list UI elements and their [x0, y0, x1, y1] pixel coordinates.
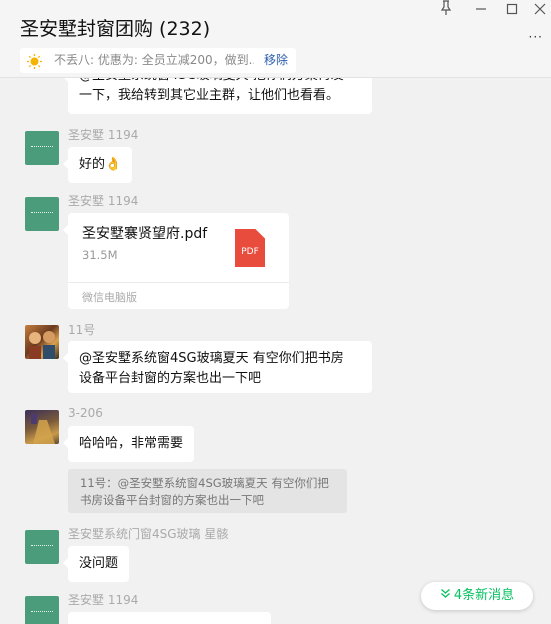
close-icon[interactable]: [533, 0, 547, 21]
maximize-icon[interactable]: [505, 0, 519, 21]
minimize-icon[interactable]: [474, 0, 488, 21]
sender-name: 圣安墅系统门窗4SG玻璃 星骸: [68, 527, 229, 541]
chat-title: 圣安墅封窗团购 (232): [20, 18, 211, 40]
message-bubble[interactable]: @圣安墅系统窗4SG玻璃夏天 把你们方案再发 一下，我给转到其它业主群，让他们也…: [63, 78, 372, 114]
avatar[interactable]: [25, 530, 59, 564]
message-text: 哈哈哈，非常需要: [79, 436, 184, 451]
divider: [68, 282, 289, 283]
new-messages-button[interactable]: 4条新消息: [421, 582, 533, 610]
avatar[interactable]: [25, 131, 59, 165]
message-bubble[interactable]: 好的👌: [62, 147, 133, 183]
notice-text: 不丢八: 优惠为: 全员立减200，做到...: [54, 53, 254, 67]
message-bubble[interactable]: @圣安墅系统窗4SG玻璃夏天 有空你们把书房 设备平台封窗的方案也出一下吧: [63, 341, 372, 393]
message-bubble[interactable]: 哈哈哈，非常需要: [62, 426, 195, 462]
chevron-down-icon: [440, 582, 451, 610]
avatar[interactable]: [25, 325, 59, 359]
pin-icon[interactable]: [439, 0, 453, 21]
file-type-label: PDF: [241, 247, 259, 257]
file-name: 圣安墅褰贤望府.pdf: [82, 226, 208, 242]
message-text: 没问题: [79, 556, 119, 571]
message-text-line: @圣安墅系统窗4SG玻璃夏天 有空你们把书房: [79, 351, 344, 366]
message-text-line: @圣安墅系统窗4SG玻璃夏天 把你们方案再发: [79, 78, 361, 86]
pdf-file-icon: PDF: [235, 229, 265, 267]
sender-name: 圣安墅 1194: [68, 194, 139, 208]
avatar[interactable]: [25, 596, 59, 624]
pinned-notice[interactable]: 不丢八: 优惠为: 全员立减200，做到... 移除: [20, 48, 296, 73]
message-text: 好的👌: [79, 157, 122, 172]
message-text-line: 设备平台封窗的方案也出一下吧: [79, 371, 262, 386]
notice-remove-button[interactable]: 移除: [264, 53, 288, 67]
sun-icon: [27, 53, 42, 69]
quote-text-line: 11号：@圣安墅系统窗4SG玻璃夏天 有空你们把: [80, 476, 329, 490]
file-source: 微信电脑版: [82, 291, 137, 304]
quote-text-line: 书房设备平台封窗的方案也出一下吧: [80, 493, 264, 507]
message-bubble[interactable]: [68, 612, 271, 624]
sender-name: 圣安墅 1194: [68, 593, 139, 607]
sender-name: 11号: [68, 323, 96, 337]
more-icon[interactable]: ···: [529, 30, 543, 44]
avatar[interactable]: [25, 410, 59, 444]
sender-name: 圣安墅 1194: [68, 128, 139, 142]
sender-name: 3-206: [68, 406, 103, 420]
avatar[interactable]: [25, 197, 59, 231]
message-list[interactable]: @圣安墅系统窗4SG玻璃夏天 把你们方案再发 一下，我给转到其它业主群，让他们也…: [0, 78, 551, 624]
new-messages-label: 4条新消息: [453, 588, 515, 603]
file-message[interactable]: 圣安墅褰贤望府.pdf 31.5M PDF 微信电脑版: [63, 213, 289, 309]
message-text-line: 一下，我给转到其它业主群，让他们也看看。: [79, 88, 340, 103]
chat-header: 圣安墅封窗团购 (232) ··· 不丢八: 优惠为: 全员立减200，做到..…: [0, 0, 551, 78]
quoted-message[interactable]: 11号：@圣安墅系统窗4SG玻璃夏天 有空你们把 书房设备平台封窗的方案也出一下…: [68, 469, 347, 513]
file-size: 31.5M: [82, 248, 118, 262]
message-bubble[interactable]: 没问题: [62, 546, 130, 582]
